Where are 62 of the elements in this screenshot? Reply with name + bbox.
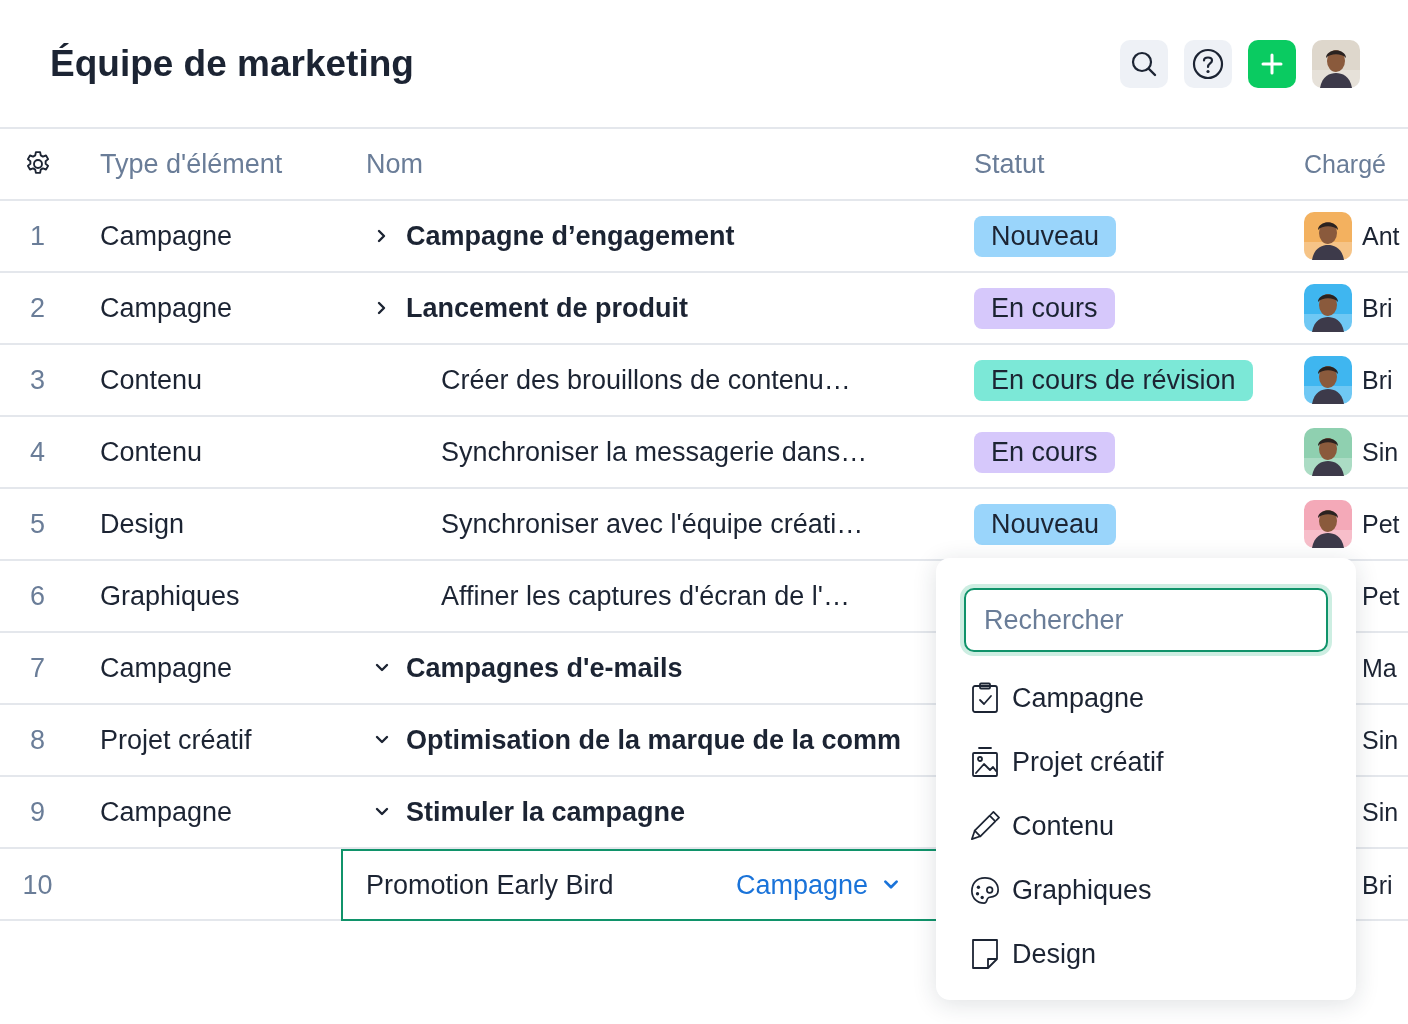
group-name: Stimuler la campagne xyxy=(406,796,686,828)
item-type: Campagne xyxy=(100,220,233,252)
status-badge: En cours de révision xyxy=(974,359,1253,401)
status-badge: En cours xyxy=(974,287,1115,329)
item-type: Graphiques xyxy=(100,580,240,612)
item-type: Contenu xyxy=(100,364,203,396)
assignee-name: Sin xyxy=(1362,725,1399,755)
item-name: Créer des brouillons de contenu… xyxy=(441,364,851,396)
assignee-name: Pet xyxy=(1362,509,1400,539)
status-badge: Nouveau xyxy=(974,503,1117,545)
assignee-name: Ant xyxy=(1362,221,1400,251)
row-number: 8 xyxy=(30,724,45,756)
group-name: Optimisation de la marque de la comm xyxy=(406,724,902,756)
column-header[interactable]: Chargé xyxy=(1304,149,1386,179)
item-name: Affiner les captures d'écran de l'… xyxy=(441,580,851,612)
item-type: Contenu xyxy=(100,436,203,468)
assignee-name: Bri xyxy=(1362,365,1393,395)
row-number: 7 xyxy=(30,652,45,684)
row-number: 1 xyxy=(30,220,45,252)
status-badge: Nouveau xyxy=(974,215,1117,257)
row-number: 5 xyxy=(30,508,45,540)
assignee-name: Pet xyxy=(1362,581,1400,611)
assignee-name: Sin xyxy=(1362,797,1399,827)
search-icon xyxy=(1130,49,1158,78)
pencil-icon xyxy=(970,810,1000,842)
row-number: 6 xyxy=(30,580,45,612)
item-type: Design xyxy=(100,508,185,540)
row-number: 3 xyxy=(30,364,45,396)
row-number: 9 xyxy=(30,796,45,828)
item-type: Projet créatif xyxy=(100,724,252,756)
assignee-name: Bri xyxy=(1362,870,1393,900)
row-number: 4 xyxy=(30,436,45,468)
help-button[interactable] xyxy=(1184,39,1232,88)
menu-item[interactable]: Projet créatif xyxy=(964,730,1328,794)
menu-item[interactable]: Design xyxy=(964,922,1328,986)
row-number: 2 xyxy=(30,292,45,324)
plus-icon xyxy=(1261,52,1283,75)
type-picker[interactable]: Campagne xyxy=(736,869,901,901)
item-name: Synchroniser la messagerie dans… xyxy=(441,436,868,468)
clipboard-check-icon xyxy=(970,682,1000,714)
item-name: Synchroniser avec l'équipe créati… xyxy=(441,508,864,540)
group-name: Campagne d’engagement xyxy=(406,220,735,252)
assignee-name: Sin xyxy=(1362,437,1399,467)
group-name: Campagnes d'e-mails xyxy=(406,652,683,684)
column-header[interactable]: Type d'élément xyxy=(100,148,283,180)
search-field[interactable]: Rechercher xyxy=(964,588,1328,652)
column-header[interactable]: Statut xyxy=(974,148,1045,180)
group-name: Lancement de produit xyxy=(406,292,689,324)
item-type: Campagne xyxy=(100,652,233,684)
assignee-name: Bri xyxy=(1362,293,1393,323)
menu-item[interactable]: Campagne xyxy=(964,666,1328,730)
column-header[interactable]: Nom xyxy=(366,148,423,180)
page-title: Équipe de marketing xyxy=(50,42,415,85)
row-number: 10 xyxy=(22,869,53,901)
palette-icon xyxy=(970,874,1000,906)
assignee-name: Ma xyxy=(1362,653,1397,683)
search-button[interactable] xyxy=(1120,39,1168,88)
item-type: Campagne xyxy=(100,796,233,828)
status-badge: En cours xyxy=(974,431,1115,473)
image-icon xyxy=(970,746,1000,778)
item-type: Campagne xyxy=(100,292,233,324)
note-icon xyxy=(970,938,1000,970)
